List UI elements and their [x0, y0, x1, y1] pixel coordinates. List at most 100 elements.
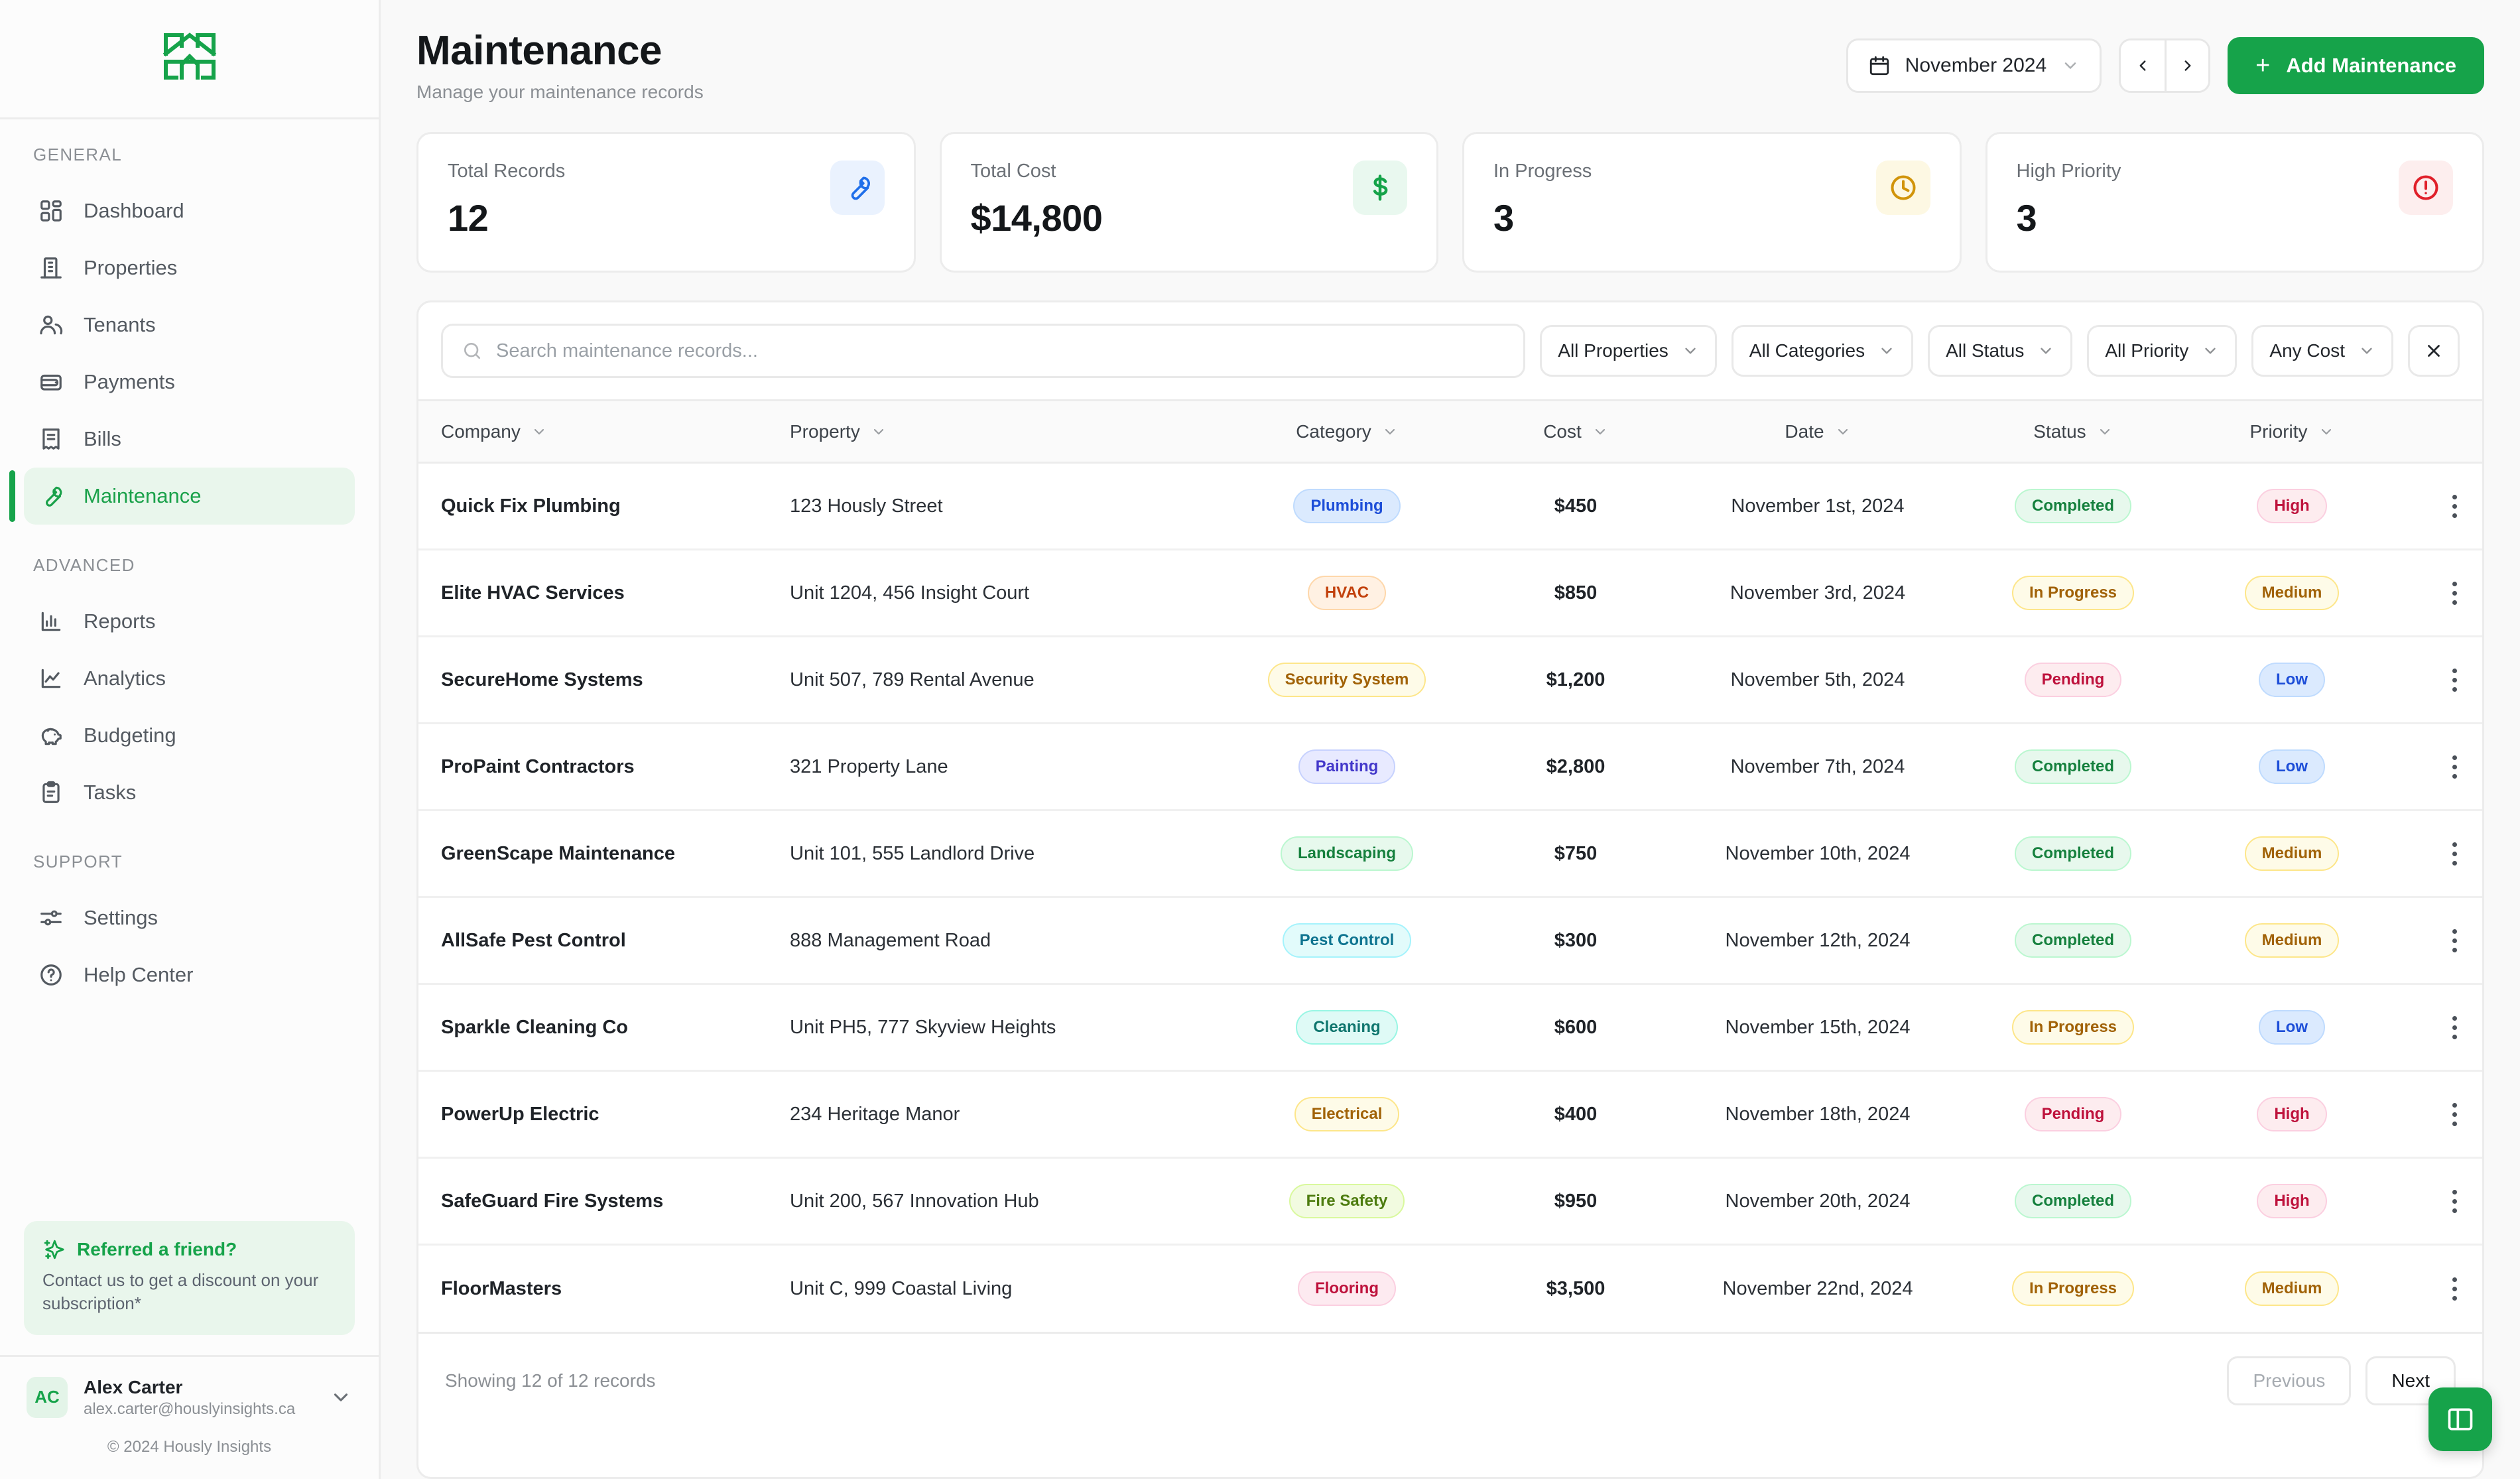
kebab-menu-icon[interactable] [2436, 835, 2473, 872]
user-account-row[interactable]: AC Alex Carter alex.carter@houslyinsight… [0, 1354, 379, 1431]
sidebar-item-label: Bills [84, 427, 121, 450]
page-subtitle: Manage your maintenance records [416, 82, 704, 103]
sidebar-item-settings[interactable]: Settings [24, 889, 355, 946]
kebab-menu-icon[interactable] [2436, 574, 2473, 611]
sidebar-item-dashboard[interactable]: Dashboard [24, 182, 355, 239]
plus-icon: + [2255, 52, 2271, 80]
kebab-menu-icon[interactable] [2436, 1009, 2473, 1046]
filter-any-cost[interactable]: Any Cost [2251, 325, 2393, 377]
table-row[interactable]: SafeGuard Fire Systems Unit 200, 567 Inno… [418, 1157, 2482, 1246]
column-label: Priority [2249, 420, 2308, 442]
cell-date: November 5th, 2024 [1672, 636, 1964, 725]
panel-toggle-button[interactable] [2428, 1387, 2492, 1451]
filter-all-properties[interactable]: All Properties [1540, 325, 1717, 377]
panel-toggle-icon [2448, 1408, 2473, 1431]
table-row[interactable]: FloorMasters Unit C, 999 Coastal Living Fl… [418, 1245, 2482, 1332]
kebab-menu-icon[interactable] [2436, 661, 2473, 698]
column-header-category[interactable]: Category [1214, 399, 1480, 464]
calendar-icon [1869, 56, 1889, 76]
table-row[interactable]: PowerUp Electric 234 Heritage Manor Electr… [418, 1070, 2482, 1159]
house-logo-icon [162, 32, 216, 80]
chevron-right-icon [2184, 60, 2191, 71]
add-maintenance-button[interactable]: + Add Maintenance [2228, 37, 2484, 94]
month-selector[interactable]: November 2024 [1846, 38, 2102, 93]
prev-month-button[interactable] [2121, 40, 2165, 91]
filter-all-status[interactable]: All Status [1928, 325, 2073, 377]
table-footer: Showing 12 of 12 records Previous Next [418, 1331, 2482, 1428]
cell-company: Elite HVAC Services [418, 549, 790, 638]
search-input[interactable] [496, 340, 1505, 362]
table-row[interactable]: GreenScape Maintenance Unit 101, 555 Land… [418, 810, 2482, 899]
status-badge: Completed [2014, 489, 2131, 524]
table-row[interactable]: Elite HVAC Services Unit 1204, 456 Insigh… [418, 549, 2482, 638]
sidebar-item-label: Properties [84, 256, 178, 279]
sidebar-item-bills[interactable]: Bills [24, 411, 355, 468]
chevron-down-icon [871, 424, 887, 440]
column-header-status[interactable]: Status [1964, 399, 2182, 464]
cell-property: 888 Management Road [790, 897, 1214, 986]
sidebar-item-payments[interactable]: Payments [24, 354, 355, 411]
clear-filters-button[interactable] [2408, 325, 2460, 377]
category-badge: Security System [1267, 663, 1426, 698]
stat-text: In Progress 3 [1493, 161, 1592, 237]
chevron-down-icon [1382, 424, 1398, 440]
referral-card[interactable]: Referred a friend? Contact us to get a d… [24, 1220, 355, 1335]
stat-value: 3 [2016, 197, 2037, 239]
previous-page-button[interactable]: Previous [2227, 1356, 2352, 1405]
cell-priority: Low [2182, 984, 2401, 1072]
cell-property: Unit PH5, 777 Skyview Heights [790, 984, 1214, 1072]
sidebar-item-budgeting[interactable]: Budgeting [24, 707, 355, 764]
cell-company: ProPaint Contractors [418, 723, 790, 812]
title-block: Maintenance Manage your maintenance reco… [416, 28, 1846, 103]
cell-status: Pending [1964, 636, 2182, 725]
column-header-cost[interactable]: Cost [1480, 399, 1672, 464]
alert-circle-icon [2399, 161, 2453, 216]
column-header-priority[interactable]: Priority [2182, 399, 2401, 464]
cell-company: SafeGuard Fire Systems [418, 1157, 790, 1246]
table-row[interactable]: ProPaint Contractors 321 Property Lane Pai… [418, 723, 2482, 812]
column-label: Property [790, 420, 860, 442]
filter-label: All Status [1946, 340, 2025, 361]
sidebar-section-label: ADVANCED [33, 555, 135, 575]
sidebar-item-help-center[interactable]: Help Center [24, 946, 355, 1003]
sidebar-item-tenants[interactable]: Tenants [24, 296, 355, 354]
sidebar-item-reports[interactable]: Reports [24, 593, 355, 650]
column-header-date[interactable]: Date [1672, 399, 1964, 464]
stat-text: High Priority 3 [2017, 161, 2121, 237]
stat-label: In Progress [1493, 161, 1592, 182]
priority-badge: Low [2259, 749, 2325, 785]
user-name: Alex Carter [84, 1376, 183, 1397]
filter-all-priority[interactable]: All Priority [2087, 325, 2237, 377]
next-month-button[interactable] [2165, 40, 2209, 91]
cell-date: November 10th, 2024 [1672, 810, 1964, 899]
table-row[interactable]: SecureHome Systems Unit 507, 789 Rental A… [418, 636, 2482, 725]
kebab-menu-icon[interactable] [2436, 487, 2473, 525]
filter-label: All Properties [1558, 340, 1669, 361]
cell-actions [2401, 810, 2482, 899]
search-field[interactable] [441, 324, 1526, 379]
kebab-menu-icon[interactable] [2436, 1183, 2473, 1220]
chevron-down-icon[interactable] [330, 1386, 352, 1409]
table-row[interactable]: AllSafe Pest Control 888 Management Road P… [418, 897, 2482, 986]
kebab-menu-icon[interactable] [2436, 1096, 2473, 1133]
table-row[interactable]: Quick Fix Plumbing 123 Hously Street Plumb… [418, 462, 2482, 551]
records-panel: All Properties All Categories All Status Al… [416, 300, 2484, 1479]
sidebar-item-label: Payments [84, 370, 175, 393]
app-logo[interactable] [0, 0, 379, 119]
kebab-menu-icon[interactable] [2436, 922, 2473, 959]
cell-category: Flooring [1214, 1245, 1480, 1332]
column-header-company[interactable]: Company [418, 399, 790, 464]
column-label: Category [1296, 420, 1371, 442]
filter-all-categories[interactable]: All Categories [1731, 325, 1914, 377]
chevron-down-icon [2358, 342, 2375, 359]
table-row[interactable]: Sparkle Cleaning Co Unit PH5, 777 Skyview… [418, 984, 2482, 1072]
sidebar-item-properties[interactable]: Properties [24, 239, 355, 296]
sidebar-item-maintenance[interactable]: Maintenance [9, 468, 355, 525]
cell-priority: High [2182, 1070, 2401, 1159]
kebab-menu-icon[interactable] [2436, 748, 2473, 785]
sidebar-item-analytics[interactable]: Analytics [24, 650, 355, 707]
kebab-menu-icon[interactable] [2436, 1270, 2473, 1307]
sidebar-item-tasks[interactable]: Tasks [24, 764, 355, 821]
column-header-property[interactable]: Property [790, 399, 1214, 464]
category-badge: Cleaning [1296, 1010, 1398, 1045]
